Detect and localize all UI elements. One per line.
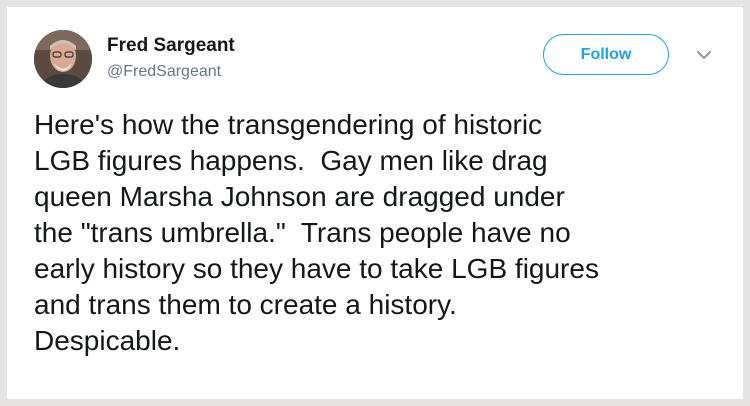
author-handle[interactable]: @FredSargeant — [107, 63, 221, 81]
tweet-line: Here's how the transgendering of histori… — [34, 109, 543, 140]
author-name[interactable]: Fred Sargeant — [107, 35, 235, 57]
follow-button[interactable]: Follow — [543, 34, 669, 75]
tweet-line: queen Marsha Johnson are dragged under — [34, 181, 565, 212]
tweet-line: the "trans umbrella." Trans people have … — [34, 217, 571, 248]
avatar[interactable] — [34, 30, 92, 88]
tweet-card: Fred Sargeant @FredSargeant Follow Here'… — [7, 7, 743, 399]
tweet-line: LGB figures happens. Gay men like drag — [34, 145, 548, 176]
tweet-line: and trans them to create a history. — [34, 289, 457, 320]
chevron-down-icon — [697, 51, 711, 59]
more-options-button[interactable] — [692, 43, 716, 67]
tweet-text: Here's how the transgendering of histori… — [34, 107, 734, 359]
tweet-line: early history so they have to take LGB f… — [34, 253, 599, 284]
tweet-line: Despicable. — [34, 325, 181, 356]
profile-photo-icon — [34, 30, 92, 88]
